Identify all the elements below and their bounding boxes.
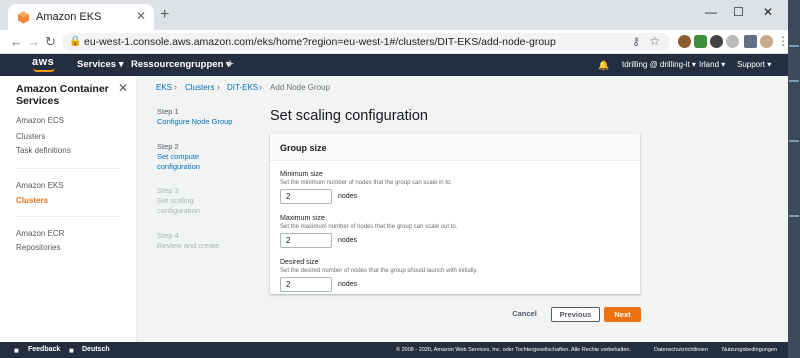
sidebar-item-task-definitions[interactable]: Task definitions xyxy=(16,146,71,155)
sidebar-item-amazon-eks[interactable]: Amazon EKS xyxy=(16,181,64,190)
breadcrumb-eks[interactable]: EKS xyxy=(156,83,172,92)
new-tab-icon[interactable]: + xyxy=(160,6,169,24)
forward-icon[interactable]: → xyxy=(27,34,40,49)
feedback-icon: ■ xyxy=(14,346,19,355)
main-content: EKS › Clusters › DIT-EKS › Add Node Grou… xyxy=(137,76,788,342)
breadcrumb-cluster-name[interactable]: DIT-EKS xyxy=(227,83,258,92)
group-size-panel: Group size Minimum size Set the minimum … xyxy=(270,133,640,294)
copyright-text: © 2008 - 2020, Amazon Web Services, Inc.… xyxy=(396,347,631,353)
minimum-size-label: Minimum size xyxy=(280,171,323,178)
browser-tab[interactable]: Amazon EKS ✕ xyxy=(8,4,154,30)
lock-icon: 🔒 xyxy=(69,36,82,47)
minimum-size-unit: nodes xyxy=(338,193,358,200)
breadcrumb-separator: › xyxy=(174,82,177,92)
extension-cookie-icon[interactable] xyxy=(678,35,691,48)
resource-groups-menu[interactable]: Ressourcengruppen ▾ xyxy=(131,59,231,70)
maximum-size-unit: nodes xyxy=(338,237,358,244)
aws-logo[interactable]: aws xyxy=(32,56,58,74)
breadcrumb-separator: › xyxy=(217,82,220,92)
minimum-size-description: Set the minimum number of nodes that the… xyxy=(280,180,453,186)
minimize-icon[interactable]: — xyxy=(705,5,717,19)
back-icon[interactable]: ← xyxy=(10,34,23,49)
sidebar-close-icon[interactable]: ✕ xyxy=(118,81,128,95)
eks-favicon-icon xyxy=(18,11,29,24)
close-window-icon[interactable]: ✕ xyxy=(763,5,773,19)
services-menu[interactable]: Services ▾ xyxy=(77,59,124,70)
sidebar: Amazon Container Services ✕ Amazon ECS C… xyxy=(0,76,137,342)
aws-smile-icon xyxy=(33,68,55,72)
minimum-size-input[interactable] xyxy=(280,189,332,204)
bookmark-star-icon[interactable]: ☆ xyxy=(649,34,660,48)
language-globe-icon: ■ xyxy=(69,346,74,355)
tab-close-icon[interactable]: ✕ xyxy=(136,9,146,23)
sidebar-item-ecs-clusters[interactable]: Clusters xyxy=(16,132,45,141)
breadcrumb-clusters[interactable]: Clusters xyxy=(185,83,214,92)
account-menu[interactable]: tdrilling @ drilling-it ▾ xyxy=(622,60,696,69)
wizard-step-1[interactable]: Step 1 Configure Node Group xyxy=(157,107,247,127)
panel-title: Group size xyxy=(280,143,327,153)
browser-window: Amazon EKS ✕ + — ☐ ✕ ← → ↻ 🔒 eu-west-1.c… xyxy=(0,0,788,358)
maximum-size-input[interactable] xyxy=(280,233,332,248)
maximize-icon[interactable]: ☐ xyxy=(733,5,744,19)
breadcrumb-current: Add Node Group xyxy=(270,83,331,92)
desired-size-description: Set the desired number of nodes that the… xyxy=(280,268,478,274)
browser-menu-icon[interactable]: ⋮ xyxy=(777,34,788,48)
privacy-link[interactable]: Datenschutzrichtlinien xyxy=(654,347,708,353)
sidebar-title: Amazon Container Services xyxy=(16,83,109,107)
panel-header: Group size xyxy=(270,134,640,161)
next-button[interactable]: Next xyxy=(604,307,641,322)
region-menu[interactable]: Irland ▾ xyxy=(699,60,725,69)
feedback-link[interactable]: Feedback xyxy=(28,346,60,353)
maximum-size-label: Maximum size xyxy=(280,215,325,222)
tab-strip: Amazon EKS ✕ + — ☐ ✕ xyxy=(0,0,788,30)
desired-size-input[interactable] xyxy=(280,277,332,292)
support-menu[interactable]: Support ▾ xyxy=(737,60,771,69)
notifications-bell-icon[interactable]: 🔔 xyxy=(598,60,609,71)
address-bar-row: ← → ↻ 🔒 eu-west-1.console.aws.amazon.com… xyxy=(0,30,788,54)
background-window-edge xyxy=(788,0,800,358)
extension-check-icon[interactable] xyxy=(694,35,707,48)
url-text: eu-west-1.console.aws.amazon.com/eks/hom… xyxy=(84,36,556,48)
wizard-step-2[interactable]: Step 2 Set compute configuration xyxy=(157,142,247,172)
media-queue-icon[interactable] xyxy=(744,35,757,48)
key-icon[interactable]: ⚷ xyxy=(632,35,640,48)
cancel-button[interactable]: Cancel xyxy=(502,307,547,322)
desired-size-unit: nodes xyxy=(338,281,358,288)
profile-avatar-icon[interactable] xyxy=(760,35,773,48)
language-selector[interactable]: Deutsch xyxy=(82,346,110,353)
page-title: Set scaling configuration xyxy=(270,108,428,124)
desired-size-label: Desired size xyxy=(280,259,319,266)
reload-icon[interactable]: ↻ xyxy=(45,34,56,50)
sidebar-item-amazon-ecs[interactable]: Amazon ECS xyxy=(16,116,64,125)
wizard-step-4: Step 4 Review and create xyxy=(157,231,220,250)
aws-top-navigation: aws Services ▾ Ressourcengruppen ▾ ✦ 🔔 t… xyxy=(0,54,788,76)
sidebar-item-repositories[interactable]: Repositories xyxy=(16,243,60,252)
url-field[interactable]: 🔒 eu-west-1.console.aws.amazon.com/eks/h… xyxy=(62,33,670,51)
tab-title: Amazon EKS xyxy=(36,11,102,23)
terms-link[interactable]: Nutzungsbedingungen xyxy=(722,347,777,353)
pin-icon[interactable]: ✦ xyxy=(226,59,234,70)
maximum-size-description: Set the maximum number of nodes that the… xyxy=(280,224,458,230)
previous-button[interactable]: Previous xyxy=(551,307,600,322)
footer: ■ Feedback ■ Deutsch © 2008 - 2020, Amaz… xyxy=(0,342,788,358)
extension-dark-icon[interactable] xyxy=(710,35,723,48)
sidebar-divider xyxy=(16,216,120,217)
sidebar-item-eks-clusters[interactable]: Clusters xyxy=(16,196,48,205)
extension-grey-icon[interactable] xyxy=(726,35,739,48)
breadcrumb-separator: › xyxy=(259,82,262,92)
sidebar-item-amazon-ecr[interactable]: Amazon ECR xyxy=(16,229,64,238)
sidebar-divider xyxy=(16,168,120,169)
wizard-step-3: Step 3 Set scaling configuration xyxy=(157,186,200,215)
